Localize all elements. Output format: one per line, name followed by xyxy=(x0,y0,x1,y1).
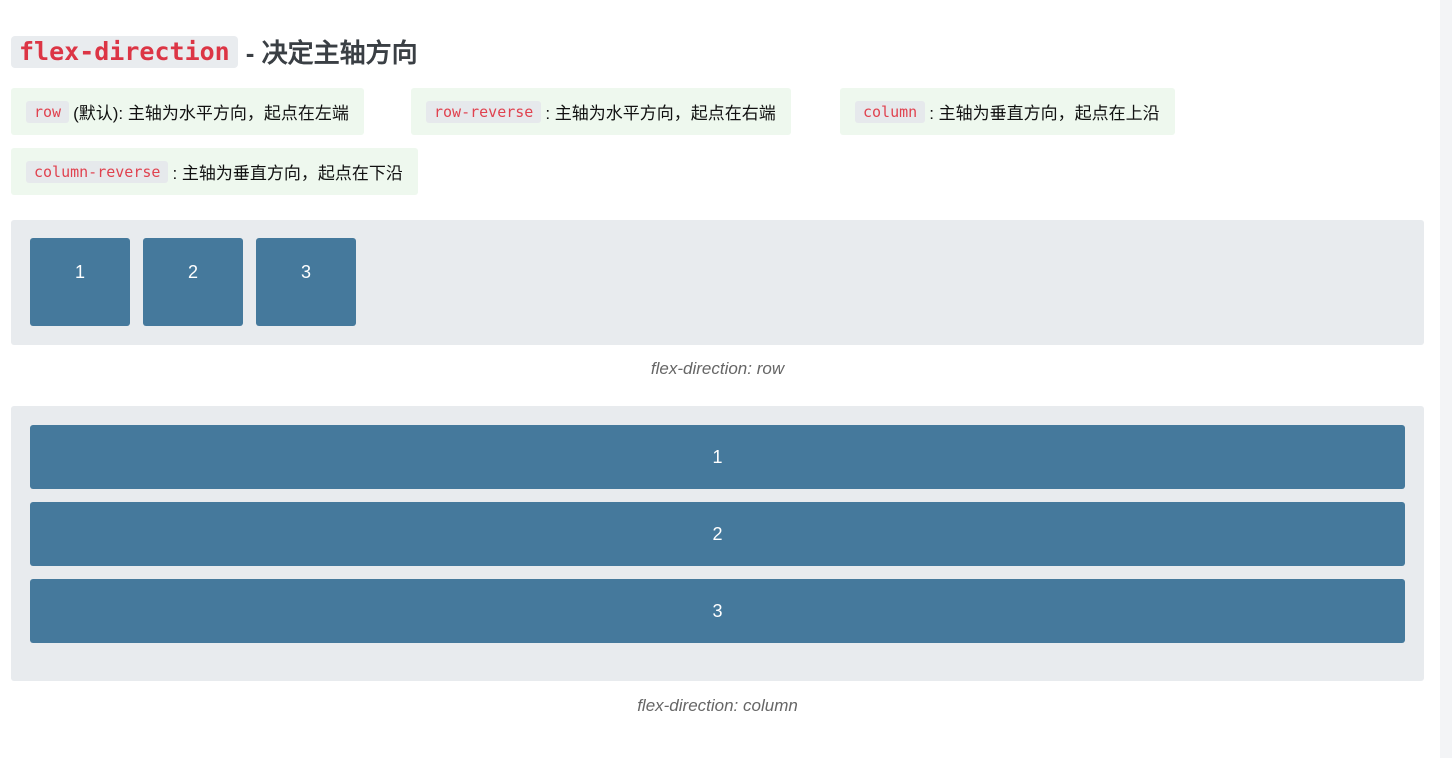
section-heading: flex-direction - 决定主轴方向 xyxy=(11,33,418,70)
desc-code: column xyxy=(855,100,926,123)
heading-code: flex-direction xyxy=(11,35,238,68)
flex-column-demo: 1 2 3 xyxy=(11,406,1424,681)
desc-row-reverse: row-reverse : 主轴为水平方向，起点在右端 xyxy=(411,88,791,135)
desc-code: column-reverse xyxy=(26,160,169,183)
desc-row: row (默认): 主轴为水平方向，起点在左端 xyxy=(11,88,364,135)
flex-item-3: 3 xyxy=(256,238,356,326)
flex-row-demo: 1 2 3 xyxy=(11,220,1424,345)
flex-item-3: 3 xyxy=(30,579,1405,643)
desc-text: (默认): 主轴为水平方向，起点在左端 xyxy=(73,104,349,123)
flex-item-1: 1 xyxy=(30,238,130,326)
heading-text: - 决定主轴方向 xyxy=(245,38,418,68)
desc-column-reverse: column-reverse : 主轴为垂直方向，起点在下沿 xyxy=(11,148,418,195)
desc-code: row-reverse xyxy=(426,100,542,123)
flex-item-1: 1 xyxy=(30,425,1405,489)
scrollbar-track[interactable] xyxy=(1440,0,1452,758)
desc-text: : 主轴为垂直方向，起点在上沿 xyxy=(929,104,1160,123)
flex-item-2: 2 xyxy=(30,502,1405,566)
desc-text: : 主轴为垂直方向，起点在下沿 xyxy=(172,164,403,183)
row-demo-caption: flex-direction: row xyxy=(650,359,785,378)
column-demo-caption: flex-direction: column xyxy=(637,696,798,715)
desc-text: : 主轴为水平方向，起点在右端 xyxy=(545,104,776,123)
page: flex-direction - 决定主轴方向 row (默认): 主轴为水平方… xyxy=(0,0,1440,758)
desc-code: row xyxy=(26,100,70,123)
flex-item-2: 2 xyxy=(143,238,243,326)
desc-column: column : 主轴为垂直方向，起点在上沿 xyxy=(840,88,1175,135)
